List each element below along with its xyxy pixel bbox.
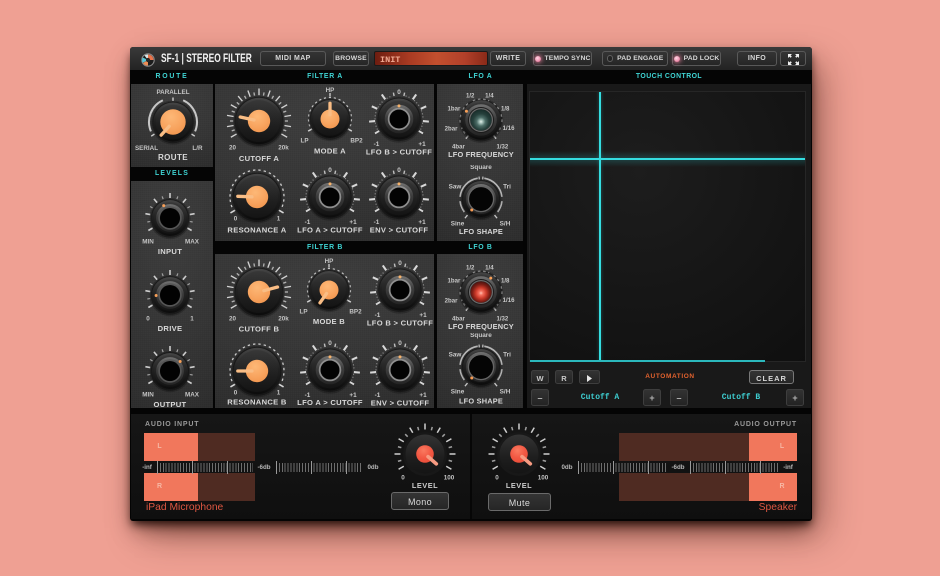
svg-text:1: 1 (190, 316, 194, 323)
svg-text:CUTOFF A: CUTOFF A (238, 153, 279, 162)
svg-text:ENV > CUTOFF: ENV > CUTOFF (370, 225, 429, 234)
svg-text:LFO FREQUENCY: LFO FREQUENCY (448, 149, 514, 158)
svg-text:0: 0 (397, 167, 401, 174)
svg-text:0: 0 (398, 260, 402, 267)
svg-text:0: 0 (234, 216, 238, 223)
svg-text:LFO FREQUENCY: LFO FREQUENCY (448, 321, 514, 330)
svg-text:ROUTE: ROUTE (158, 153, 188, 162)
svg-text:SERIAL: SERIAL (134, 145, 157, 152)
svg-text:0: 0 (328, 167, 332, 174)
svg-text:Sine: Sine (450, 388, 464, 395)
svg-text:0: 0 (495, 475, 499, 482)
svg-text:L/R: L/R (192, 145, 203, 152)
svg-text:1/4: 1/4 (485, 264, 494, 271)
svg-text:1bar: 1bar (447, 105, 461, 112)
svg-text:1/8: 1/8 (500, 277, 509, 284)
svg-text:Saw: Saw (448, 351, 461, 358)
svg-text:1/8: 1/8 (500, 105, 509, 112)
svg-text:CUTOFF B: CUTOFF B (238, 324, 279, 333)
svg-text:LP: LP (300, 138, 308, 145)
svg-text:0: 0 (401, 475, 405, 482)
svg-text:Tri: Tri (503, 183, 511, 190)
svg-text:MIN: MIN (142, 238, 154, 245)
svg-text:MAX: MAX (185, 238, 200, 245)
svg-text:1/2: 1/2 (465, 264, 474, 271)
svg-text:LEVEL: LEVEL (505, 481, 531, 490)
svg-text:MAX: MAX (185, 392, 200, 399)
svg-text:Saw: Saw (448, 183, 461, 190)
svg-text:LFO B > CUTOFF: LFO B > CUTOFF (366, 318, 432, 327)
svg-text:2bar: 2bar (444, 297, 458, 304)
svg-text:1bar: 1bar (447, 277, 461, 284)
svg-text:PARALLEL: PARALLEL (156, 89, 189, 96)
svg-text:INPUT: INPUT (158, 247, 182, 256)
svg-text:1/2: 1/2 (465, 92, 474, 99)
svg-text:LEVEL: LEVEL (411, 481, 437, 490)
svg-text:LFO B > CUTOFF: LFO B > CUTOFF (366, 147, 432, 156)
svg-text:HP: HP (325, 258, 334, 265)
svg-text:0: 0 (397, 89, 401, 96)
svg-text:RESONANCE A: RESONANCE A (227, 225, 286, 234)
svg-text:DRIVE: DRIVE (158, 324, 183, 333)
svg-text:0: 0 (146, 316, 150, 323)
svg-text:Square: Square (470, 165, 492, 171)
svg-text:MODE B: MODE B (313, 317, 345, 326)
svg-text:RESONANCE B: RESONANCE B (227, 397, 287, 406)
svg-text:MIN: MIN (142, 392, 154, 399)
svg-text:1/16: 1/16 (502, 125, 514, 132)
svg-text:100: 100 (443, 475, 454, 482)
svg-text:20: 20 (228, 144, 236, 151)
svg-text:0: 0 (234, 390, 238, 397)
svg-text:Square: Square (470, 333, 492, 339)
svg-text:ENV > CUTOFF: ENV > CUTOFF (370, 398, 429, 407)
svg-text:100: 100 (537, 475, 548, 482)
svg-text:MODE A: MODE A (314, 146, 346, 155)
svg-text:1: 1 (277, 216, 281, 223)
svg-text:LP: LP (299, 309, 307, 316)
svg-text:2bar: 2bar (444, 125, 458, 132)
svg-text:20: 20 (228, 316, 236, 323)
svg-text:Tri: Tri (503, 351, 511, 358)
svg-text:S/H: S/H (499, 388, 510, 395)
svg-text:HP: HP (326, 87, 335, 94)
svg-text:1/4: 1/4 (485, 92, 494, 99)
svg-text:1/16: 1/16 (502, 297, 514, 304)
svg-text:0: 0 (398, 340, 402, 347)
svg-text:1: 1 (277, 390, 281, 397)
svg-text:LFO SHAPE: LFO SHAPE (458, 396, 502, 405)
svg-text:LFO SHAPE: LFO SHAPE (458, 226, 502, 235)
svg-text:OUTPUT: OUTPUT (153, 400, 186, 409)
svg-text:0: 0 (328, 340, 332, 347)
